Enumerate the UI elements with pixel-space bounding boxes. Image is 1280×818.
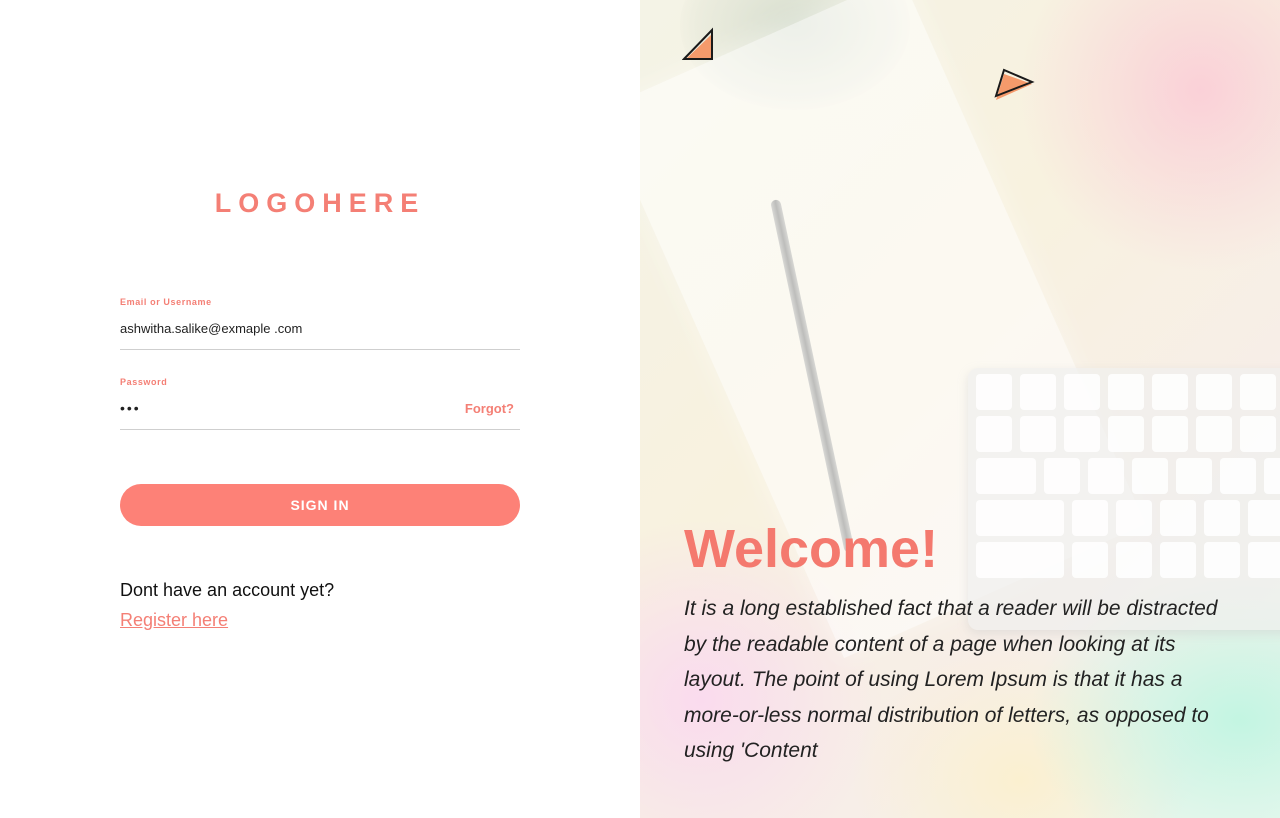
logo: LOGOHERE [214,188,426,218]
register-link[interactable]: Register here [120,610,228,631]
login-page: LOGOHERE Email or Username Password ••• … [0,0,1280,818]
welcome-panel: Welcome! It is a long established fact t… [640,0,1280,818]
welcome-heading: Welcome! [684,519,939,579]
password-field: Password ••• Forgot? [120,377,520,430]
email-input-row [120,309,520,350]
sign-in-button[interactable]: SIGN IN [120,484,520,526]
forgot-password-link[interactable]: Forgot? [465,401,514,416]
triangle-icon [994,68,1035,100]
email-field: Email or Username [120,297,520,350]
welcome-text: It is a long established fact that a rea… [684,597,1218,762]
email-label: Email or Username [120,297,212,307]
login-panel: LOGOHERE Email or Username Password ••• … [0,0,640,818]
password-input-row[interactable]: ••• Forgot? [120,389,520,430]
email-input[interactable] [120,320,440,336]
password-label: Password [120,377,168,387]
register-prompt: Dont have an account yet? [120,580,335,600]
triangle-icon [682,27,713,60]
password-input[interactable]: ••• [120,400,141,416]
